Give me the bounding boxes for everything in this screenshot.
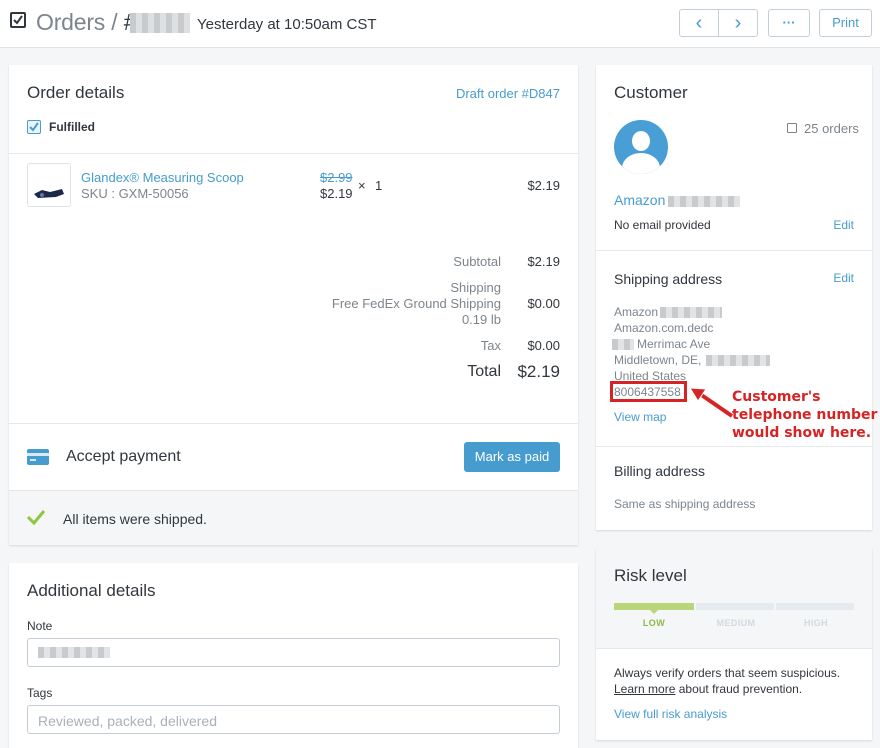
product-thumbnail[interactable]: [27, 163, 71, 207]
divider: [9, 423, 578, 424]
quantity: 1: [375, 178, 383, 193]
ellipsis-icon: ···: [782, 15, 796, 30]
view-map-link[interactable]: View map: [614, 410, 666, 424]
risk-level-heading: Risk level: [614, 566, 687, 585]
address-street: Merrimac Ave: [637, 337, 711, 351]
learn-more-suffix: about fraud prevention.: [678, 682, 803, 696]
times-sign: ×: [358, 178, 366, 193]
address-city: Middletown, DE,: [614, 353, 702, 367]
breadcrumb-orders-link[interactable]: Orders: [36, 9, 105, 35]
divider: [596, 648, 872, 649]
shipping-method: Free FedEx Ground Shipping: [331, 296, 501, 311]
fulfilled-checkbox-icon: [27, 120, 41, 134]
tax-value: $0.00: [527, 338, 560, 353]
unit-price: $2.19: [320, 186, 353, 201]
annotation-line-2: telephone number: [732, 407, 878, 423]
tags-placeholder: Reviewed, packed, delivered: [38, 713, 217, 729]
top-bar: Orders / # Yesterday at 10:50am CST ‹ › …: [0, 0, 880, 48]
phone-annotation: Customer's telephone number would show h…: [732, 388, 877, 442]
risk-bar-high: [776, 603, 854, 610]
redacted-address-surname: [660, 307, 722, 318]
note-label: Note: [27, 619, 53, 633]
chevron-left-icon: ‹: [695, 12, 703, 34]
orders-icon: [10, 12, 26, 28]
orders-count[interactable]: 25 orders: [804, 121, 859, 136]
more-actions-button[interactable]: ···: [768, 9, 810, 37]
additional-details-heading: Additional details: [27, 581, 156, 600]
total-label: Total: [467, 363, 501, 380]
risk-header-band: [596, 548, 872, 648]
product-name-link[interactable]: Glandex® Measuring Scoop: [81, 170, 244, 185]
breadcrumb-separator: /: [111, 9, 118, 35]
redacted-street-number: [612, 339, 634, 350]
annotation-line-3: would show here.: [732, 425, 872, 441]
redacted-order-number: [130, 13, 190, 33]
total-value: $2.19: [517, 362, 560, 381]
order-details-heading: Order details: [27, 83, 125, 102]
annotation-arrow-icon: [686, 386, 736, 423]
credit-card-icon: [27, 449, 49, 465]
address-company: Amazon.com.dedc: [614, 321, 714, 335]
divider: [9, 153, 578, 154]
risk-label-low: LOW: [642, 618, 666, 628]
risk-learn-more-line: Learn more about fraud prevention.: [614, 682, 802, 696]
learn-more-link[interactable]: Learn more: [614, 682, 675, 696]
risk-bar-medium: [696, 603, 774, 610]
redacted-zip: [706, 355, 770, 366]
accept-payment-heading: Accept payment: [66, 448, 181, 465]
checkmark-icon: [26, 508, 46, 529]
customer-heading: Customer: [614, 83, 688, 102]
orders-count-icon: [787, 123, 797, 133]
breadcrumb: Orders / #: [36, 9, 136, 36]
redacted-note: [38, 647, 110, 658]
mark-as-paid-button[interactable]: Mark as paid: [464, 442, 560, 472]
tax-label: Tax: [480, 338, 501, 353]
tags-input[interactable]: Reviewed, packed, delivered: [27, 705, 560, 734]
billing-address-text: Same as shipping address: [614, 497, 756, 511]
tags-label: Tags: [27, 686, 53, 700]
order-timestamp: Yesterday at 10:50am CST: [197, 16, 377, 33]
edit-shipping-address-link[interactable]: Edit: [833, 271, 854, 285]
shipping-label: Shipping: [450, 280, 501, 295]
divider: [596, 250, 872, 251]
shipped-message: All items were shipped.: [63, 511, 207, 527]
billing-address-heading: Billing address: [614, 463, 706, 479]
edit-customer-link[interactable]: Edit: [833, 218, 854, 232]
phone-highlight-box: [610, 381, 687, 402]
view-full-risk-analysis-link[interactable]: View full risk analysis: [614, 707, 727, 721]
risk-bar-low: [614, 603, 694, 610]
subtotal-value: $2.19: [527, 254, 560, 269]
redacted-customer-surname: [668, 196, 740, 207]
avatar-icon: [614, 120, 668, 174]
risk-label-high: HIGH: [803, 618, 829, 628]
subtotal-label: Subtotal: [453, 254, 501, 269]
risk-label-medium: MEDIUM: [716, 618, 756, 628]
address-name: Amazon: [614, 305, 659, 319]
divider: [596, 446, 872, 447]
customer-name-link[interactable]: Amazon: [614, 192, 665, 208]
previous-order-button[interactable]: ‹: [679, 9, 719, 37]
shipping-address-heading: Shipping address: [614, 271, 723, 287]
customer-email: No email provided: [614, 218, 711, 232]
risk-indicator-icon: [650, 610, 658, 614]
note-input[interactable]: [27, 638, 560, 667]
original-price: $2.99: [320, 170, 353, 185]
risk-warning: Always verify orders that seem suspiciou…: [614, 666, 841, 680]
line-total: $2.19: [527, 178, 560, 193]
fulfillment-status: Fulfilled: [49, 120, 95, 134]
shipping-weight: 0.19 lb: [461, 312, 501, 327]
annotation-line-1: Customer's: [732, 389, 821, 405]
shipping-value: $0.00: [527, 296, 560, 311]
next-order-button[interactable]: ›: [718, 9, 758, 37]
draft-order-link[interactable]: Draft order #D847: [456, 86, 560, 101]
print-button[interactable]: Print: [819, 9, 872, 37]
product-sku: SKU : GXM-50056: [81, 186, 189, 201]
chevron-right-icon: ›: [734, 12, 742, 34]
